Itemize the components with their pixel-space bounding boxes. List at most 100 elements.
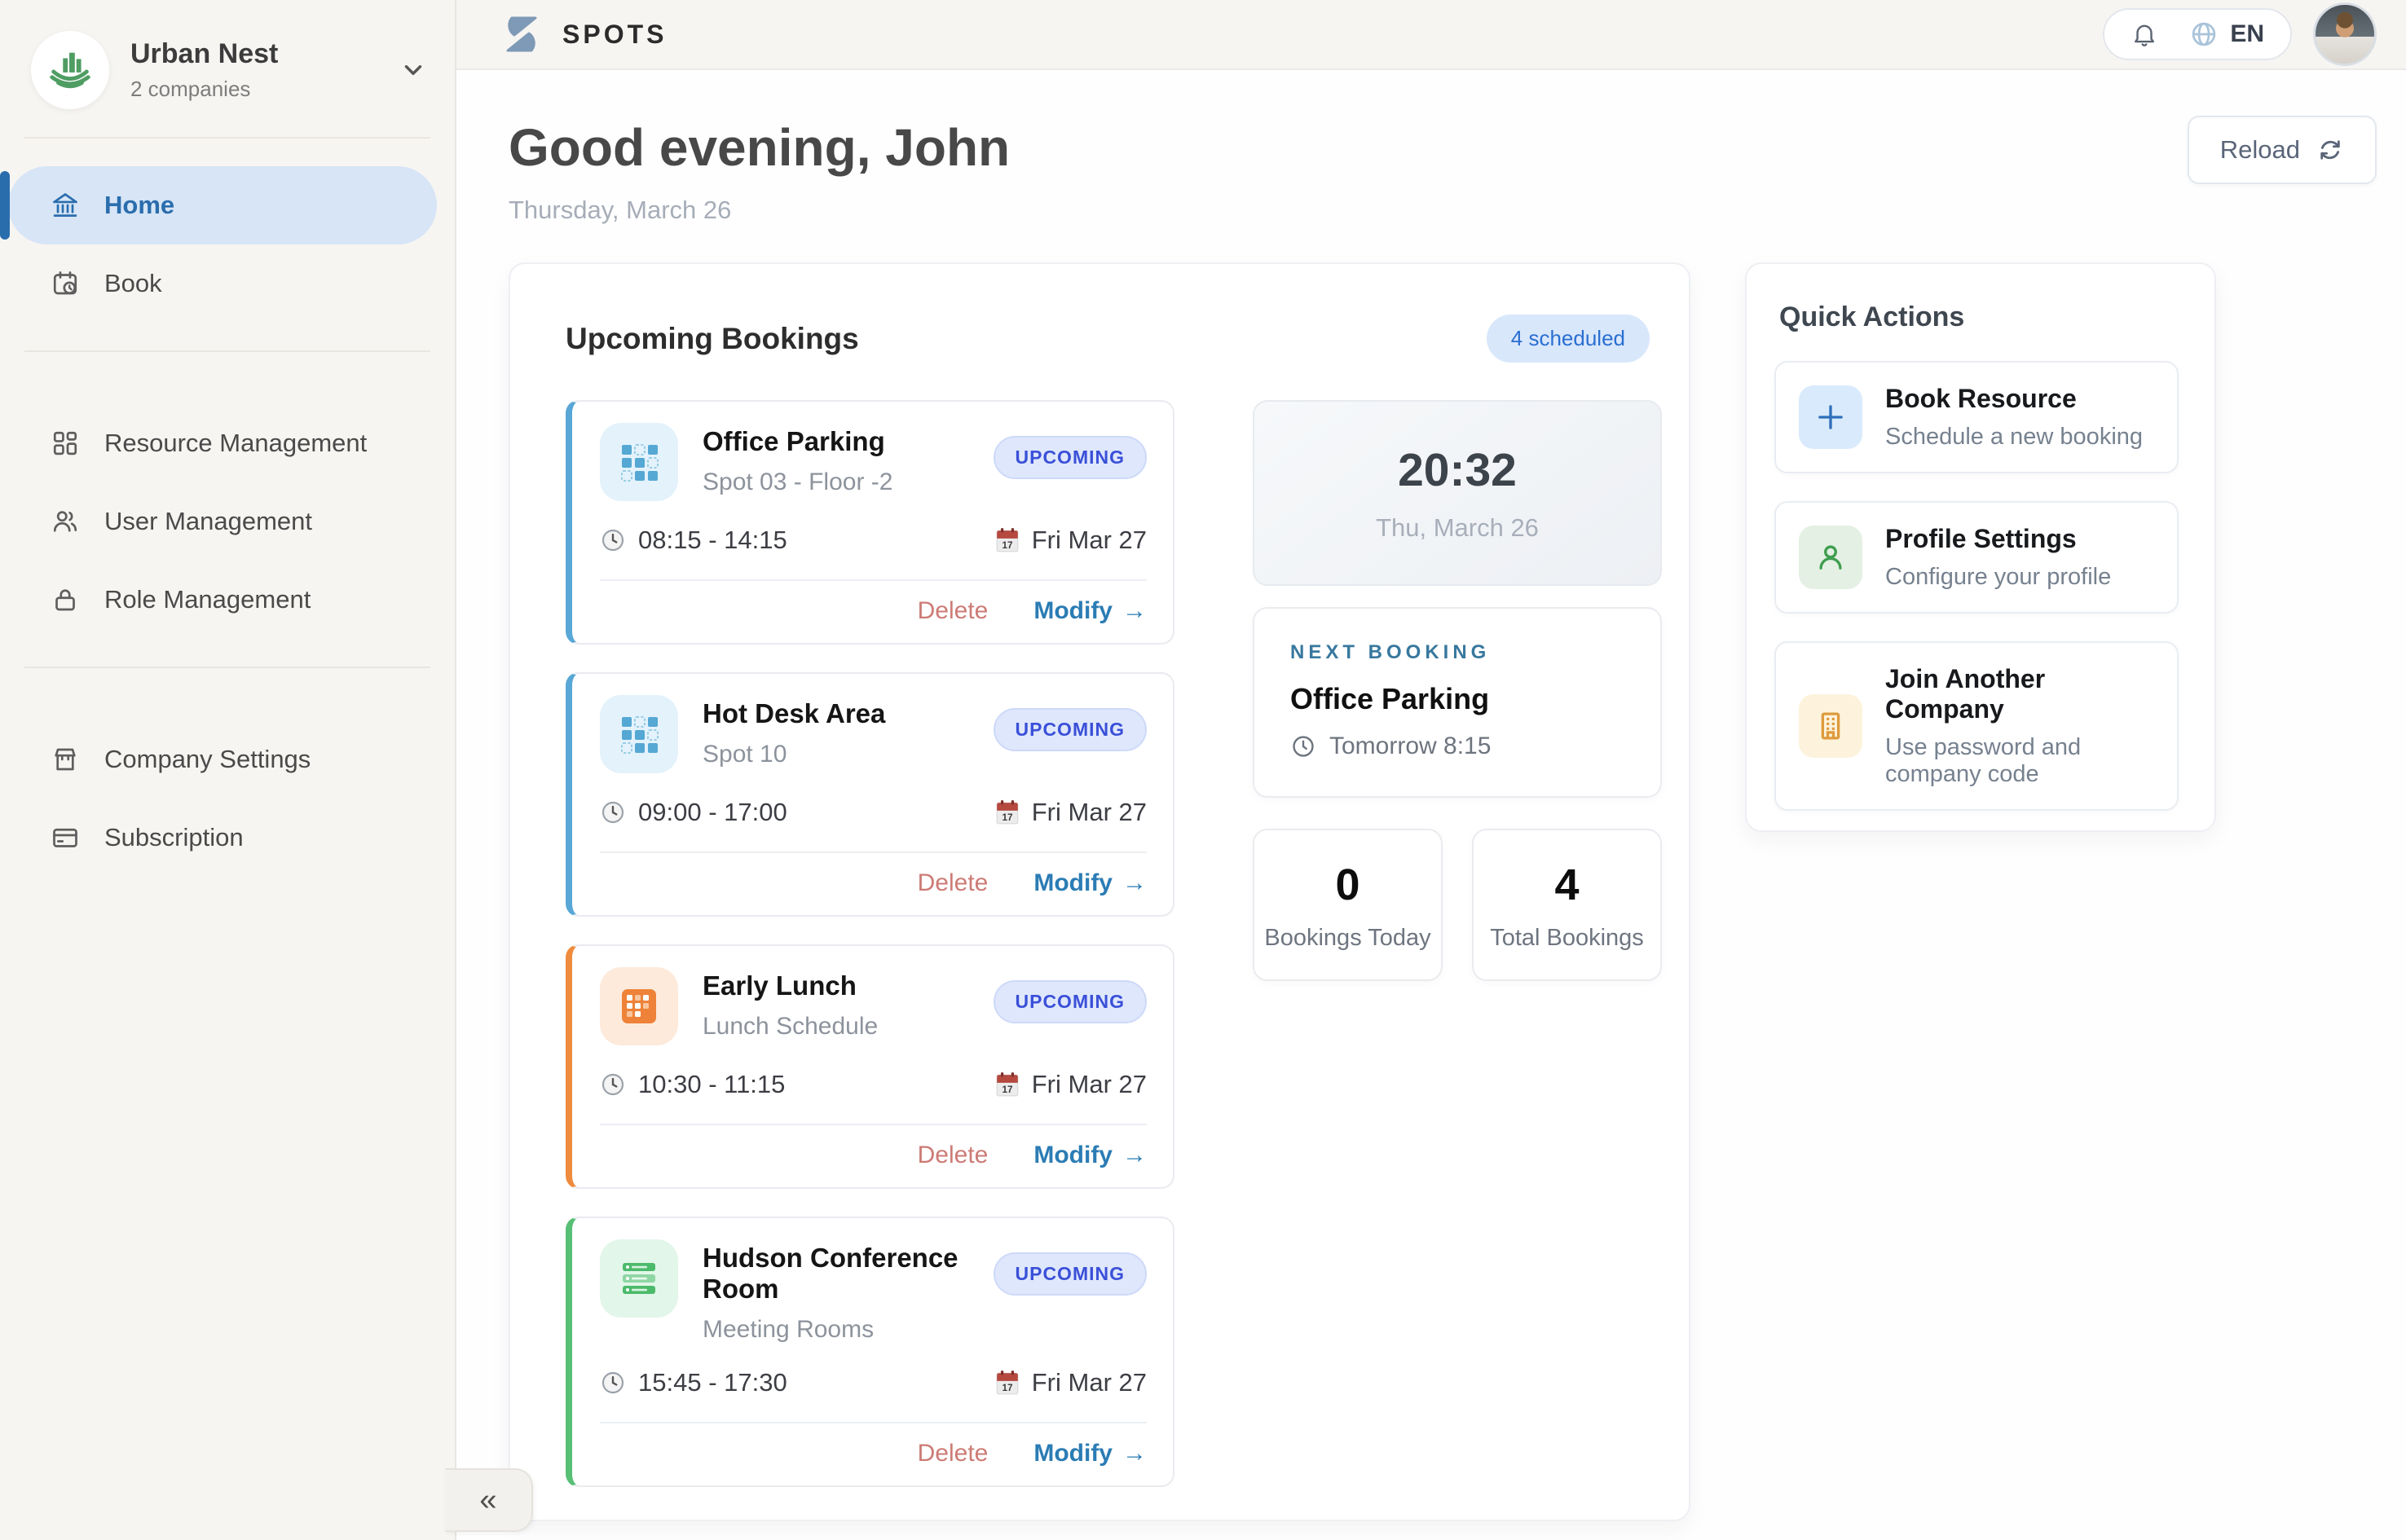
calendar-date-icon: 17 (995, 799, 1020, 825)
bookings-title: Upcoming Bookings (566, 322, 859, 356)
modify-button[interactable]: Modify → (1033, 1142, 1147, 1169)
clock-date: Thu, March 26 (1376, 513, 1539, 543)
bookings-header: Upcoming Bookings 4 scheduled (566, 315, 1659, 363)
sidebar-item-label: User Management (104, 507, 312, 536)
booking-card-top: Office Parking Spot 03 - Floor -2 UPCOMI… (600, 423, 1147, 501)
company-meta: Urban Nest 2 companies (130, 38, 378, 102)
user-avatar[interactable] (2313, 2, 2377, 66)
calendar-day-number: 17 (1002, 1085, 1012, 1095)
modify-label: Modify (1033, 1142, 1113, 1169)
language-code: EN (2230, 20, 2264, 48)
booking-actions: Delete Modify → (600, 1142, 1147, 1169)
booking-title: Hot Desk Area (703, 698, 969, 729)
bank-icon (51, 191, 80, 220)
next-booking-when: Tomorrow 8:15 (1290, 733, 1624, 760)
modify-button[interactable]: Modify → (1033, 1440, 1147, 1467)
resource-tile (600, 423, 678, 501)
credit-card-icon (51, 823, 80, 852)
delete-button[interactable]: Delete (918, 1142, 989, 1169)
notifications-bell-icon[interactable] (2131, 20, 2158, 48)
clock-icon (600, 1071, 626, 1098)
booking-time-text: 15:45 - 17:30 (638, 1368, 787, 1397)
booking-meta: Hot Desk Area Spot 10 (703, 695, 969, 773)
meeting-rooms-icon (617, 1256, 661, 1300)
modify-label: Modify (1033, 1440, 1113, 1467)
booking-card: Hudson Conference Room Meeting Rooms UPC… (566, 1217, 1174, 1487)
quick-action-book-resource[interactable]: Book Resource Schedule a new booking (1774, 361, 2179, 473)
booking-date-text: Fri Mar 27 (1032, 1070, 1147, 1099)
booking-actions: Delete Modify → (600, 869, 1147, 897)
spot-grid-icon (617, 712, 661, 756)
nav-gap (0, 696, 455, 720)
modify-button[interactable]: Modify → (1033, 597, 1147, 625)
calendar-date-icon: 17 (995, 527, 1020, 553)
arrow-right-icon: → (1122, 597, 1147, 625)
company-subtitle: 2 companies (130, 77, 378, 102)
card-divider (600, 1124, 1147, 1125)
plus-icon (1813, 400, 1848, 434)
booking-title: Hudson Conference Room (703, 1243, 969, 1305)
stat-label: Bookings Today (1254, 925, 1441, 952)
booking-cards-column: Office Parking Spot 03 - Floor -2 UPCOMI… (566, 400, 1174, 1521)
sidebar-item-label: Company Settings (104, 745, 311, 774)
globe-icon (2189, 20, 2219, 49)
reload-button[interactable]: Reload (2188, 116, 2377, 184)
booking-card-top: Hot Desk Area Spot 10 UPCOMING (600, 695, 1147, 773)
status-badge: UPCOMING (994, 980, 1148, 1023)
clock-time: 20:32 (1398, 443, 1517, 497)
booking-time-text: 10:30 - 11:15 (638, 1070, 785, 1099)
company-switcher[interactable]: Urban Nest 2 companies (0, 0, 455, 137)
delete-button[interactable]: Delete (918, 869, 989, 897)
booking-time: 10:30 - 11:15 (600, 1070, 785, 1099)
modify-button[interactable]: Modify → (1033, 869, 1147, 897)
booking-time-row: 10:30 - 11:15 17 (600, 1070, 1147, 1099)
booking-time: 09:00 - 17:00 (600, 798, 787, 827)
next-booking-card: NEXT BOOKING Office Parking Tomorrow 8:1… (1253, 607, 1662, 798)
delete-button[interactable]: Delete (918, 597, 989, 625)
sidebar-item-book[interactable]: Book (8, 244, 437, 323)
sidebar-item-label: Home (104, 191, 174, 220)
arrow-right-icon: → (1122, 1142, 1147, 1169)
sidebar-item-company-settings[interactable]: Company Settings (8, 720, 437, 799)
quick-action-subtitle: Schedule a new booking (1885, 424, 2143, 451)
sidebar-item-role-management[interactable]: Role Management (8, 561, 437, 639)
quick-action-profile-settings[interactable]: Profile Settings Configure your profile (1774, 501, 2179, 614)
sidebar-collapse-button[interactable]: « (445, 1468, 533, 1532)
status-badge: UPCOMING (994, 708, 1148, 751)
spots-logo-icon (502, 15, 541, 54)
delete-button[interactable]: Delete (918, 1440, 989, 1467)
booking-subtitle: Spot 10 (703, 741, 969, 768)
sidebar-item-subscription[interactable]: Subscription (8, 799, 437, 877)
upcoming-bookings-panel: Upcoming Bookings 4 scheduled (509, 262, 1690, 1521)
app-brand: SPOTS (502, 15, 667, 54)
booking-card: Office Parking Spot 03 - Floor -2 UPCOMI… (566, 400, 1174, 645)
sidebar-item-label: Resource Management (104, 429, 367, 458)
language-selector[interactable]: EN (2189, 20, 2264, 49)
bookings-body: Office Parking Spot 03 - Floor -2 UPCOMI… (566, 400, 1659, 1521)
sidebar-item-user-management[interactable]: User Management (8, 482, 437, 561)
booking-card-top: Early Lunch Lunch Schedule UPCOMING (600, 967, 1147, 1045)
booking-subtitle: Lunch Schedule (703, 1013, 969, 1041)
topbar-controls: EN (2103, 2, 2377, 66)
nest-logo-icon (45, 45, 95, 95)
sidebar-item-resource-management[interactable]: Resource Management (8, 404, 437, 482)
sidebar-nav: Home Book Resour (0, 139, 455, 877)
stat-total-bookings: 4 Total Bookings (1472, 829, 1662, 981)
calendar-clock-icon (51, 269, 80, 298)
resource-tile (600, 695, 678, 773)
clock-icon (600, 799, 626, 825)
sidebar-item-home[interactable]: Home (8, 166, 437, 244)
booking-subtitle: Meeting Rooms (703, 1316, 969, 1344)
clock-outline-icon (1290, 733, 1316, 759)
layout-grid-icon (51, 429, 80, 458)
sidebar-item-label: Role Management (104, 585, 311, 614)
sidebar: Urban Nest 2 companies Home (0, 0, 456, 1540)
booking-date: 17 Fri Mar 27 (995, 1070, 1147, 1099)
sidebar-item-label: Book (104, 269, 162, 298)
quick-action-title: Join Another Company (1885, 664, 2157, 724)
quick-action-join-company[interactable]: Join Another Company Use password and co… (1774, 641, 2179, 811)
booking-date-text: Fri Mar 27 (1032, 526, 1147, 555)
booking-date: 17 Fri Mar 27 (995, 526, 1147, 555)
live-clock-card: 20:32 Thu, March 26 (1253, 400, 1662, 586)
page-title: Good evening, John (509, 117, 1010, 178)
